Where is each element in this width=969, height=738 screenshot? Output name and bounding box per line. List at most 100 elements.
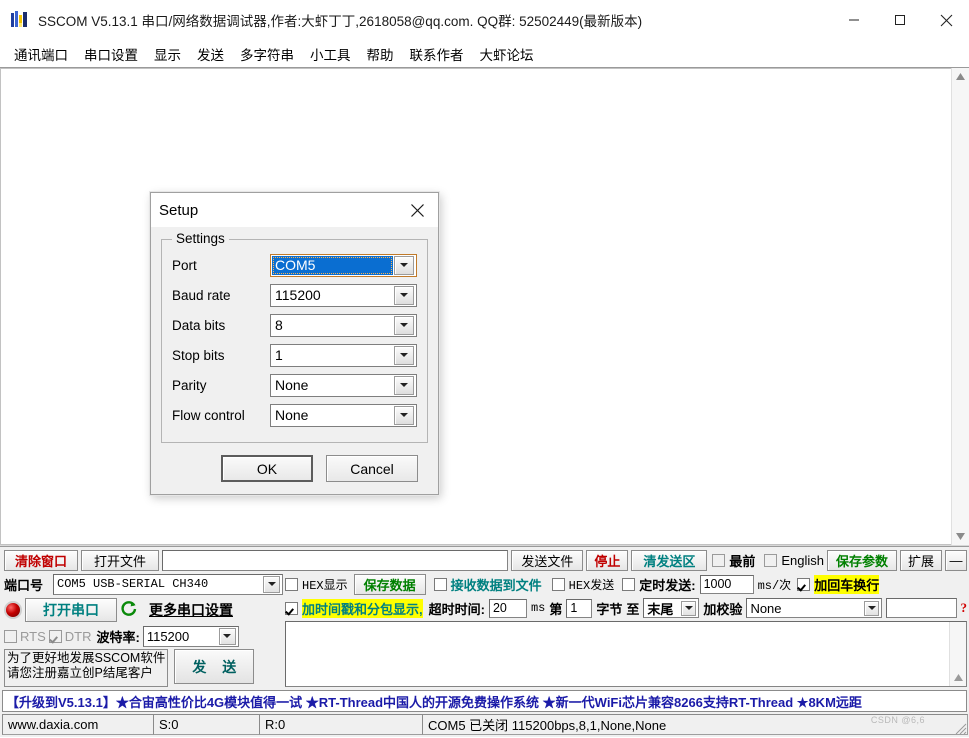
byte-label: 字节 <box>596 601 623 617</box>
byte-to-select[interactable]: 末尾 <box>643 598 700 618</box>
ms-per-unit-label: ms/次 <box>757 578 792 593</box>
chevron-down-icon[interactable] <box>394 345 414 365</box>
setup-field-stop-bits: Stop bits 1 <box>172 340 417 370</box>
crlf-checkbox[interactable] <box>797 577 811 591</box>
menu-item-contact[interactable]: 联系作者 <box>402 42 472 66</box>
hex-display-checkbox[interactable] <box>285 577 298 591</box>
port-status-led-icon[interactable] <box>4 601 22 619</box>
menu-item-comm-port[interactable]: 通讯端口 <box>6 42 76 66</box>
chevron-down-icon[interactable] <box>394 405 414 425</box>
stop-bits-combobox[interactable]: 1 <box>270 343 417 367</box>
open-port-button[interactable]: 打开串口 <box>25 598 117 622</box>
dtr-checkbox[interactable] <box>48 629 62 643</box>
send-area-scrollbar[interactable] <box>949 622 966 686</box>
parity-combobox-value: None <box>275 377 309 393</box>
menu-item-display[interactable]: 显示 <box>146 42 189 66</box>
flow-control-combobox-value: None <box>275 407 309 423</box>
settings-row: 端口号 COM5 USB-SERIAL CH340 打开串口 更多串口设置 RT… <box>0 573 969 689</box>
status-bar: www.daxia.com S:0 R:0 COM5 已关闭 115200bps… <box>0 713 969 737</box>
window-controls <box>831 0 969 40</box>
parity-combobox[interactable]: None <box>270 373 417 397</box>
scroll-up-icon[interactable] <box>952 68 969 85</box>
clear-window-button[interactable]: 清除窗口 <box>4 550 78 571</box>
checksum-extra-input[interactable] <box>886 598 957 618</box>
timed-send-interval-input[interactable]: 1000 <box>699 574 754 594</box>
file-path-input[interactable] <box>162 550 509 571</box>
english-checkbox-group[interactable]: English <box>758 553 824 568</box>
status-website[interactable]: www.daxia.com <box>2 714 154 735</box>
setup-field-data-bits: Data bits 8 <box>172 310 417 340</box>
setup-dialog-close-button[interactable] <box>396 194 438 227</box>
save-params-button[interactable]: 保存参数 <box>827 550 897 571</box>
checksum-label: 加校验 <box>703 601 743 617</box>
timestamp-checkbox[interactable] <box>285 601 298 615</box>
chevron-down-icon[interactable] <box>394 255 414 275</box>
checksum-select[interactable]: None <box>746 598 883 618</box>
flow-control-combobox[interactable]: None <box>270 403 417 427</box>
setup-dialog-titlebar: Setup <box>151 193 438 227</box>
receive-text-area[interactable] <box>0 68 951 545</box>
hex-send-label: HEX发送 <box>568 578 615 593</box>
stop-button[interactable]: 停止 <box>586 550 629 571</box>
hex-send-checkbox[interactable] <box>551 577 565 591</box>
resize-grip-icon[interactable] <box>953 721 967 735</box>
setup-field-port: Port COM5 <box>172 250 417 280</box>
port-combobox[interactable]: COM5 <box>270 253 417 277</box>
help-icon[interactable]: ? <box>961 600 968 616</box>
baud-rate-label: 波特率: <box>96 629 140 645</box>
topmost-checkbox[interactable] <box>712 554 726 567</box>
menu-item-help[interactable]: 帮助 <box>359 42 402 66</box>
ok-button[interactable]: OK <box>221 455 313 482</box>
menu-item-multistring[interactable]: 多字符串 <box>232 42 302 66</box>
recv-to-file-checkbox[interactable] <box>433 577 447 591</box>
send-text-area[interactable] <box>286 622 949 686</box>
refresh-icon[interactable] <box>120 600 138 621</box>
collapse-button[interactable]: — <box>945 550 967 571</box>
chevron-down-icon[interactable] <box>218 627 236 645</box>
send-file-button[interactable]: 发送文件 <box>511 550 584 571</box>
menu-item-send[interactable]: 发送 <box>189 42 232 66</box>
rts-checkbox[interactable] <box>4 629 17 643</box>
baud-rate-combobox[interactable]: 115200 <box>270 283 417 307</box>
timed-send-checkbox[interactable] <box>622 577 636 591</box>
scroll-up-icon[interactable] <box>950 669 967 686</box>
menu-item-forum[interactable]: 大虾论坛 <box>472 42 542 66</box>
clear-send-area-button[interactable]: 清发送区 <box>631 550 708 571</box>
byte-index-input[interactable]: 1 <box>566 598 593 618</box>
chevron-down-icon[interactable] <box>394 285 414 305</box>
top-toolbar-row: 清除窗口 打开文件 发送文件 停止 清发送区 最前 English 保存参数 扩… <box>0 547 969 573</box>
chevron-down-icon[interactable] <box>681 600 697 616</box>
topmost-label: 最前 <box>729 554 756 569</box>
timed-send-label: 定时发送: <box>639 577 696 593</box>
recv-to-file-label: 接收数据到文件 <box>450 577 542 593</box>
receive-vertical-scrollbar[interactable] <box>951 68 969 545</box>
promo-line-2: 请您注册嘉立创P结尾客户 <box>7 666 153 680</box>
minimize-button[interactable] <box>831 0 877 40</box>
checksum-value: None <box>750 600 782 616</box>
extend-button[interactable]: 扩展 <box>900 550 942 571</box>
timeout-input[interactable]: 20 <box>488 598 527 618</box>
scroll-down-icon[interactable] <box>952 528 969 545</box>
topmost-checkbox-group[interactable]: 最前 <box>710 551 755 570</box>
bottom-panel: 清除窗口 打开文件 发送文件 停止 清发送区 最前 English 保存参数 扩… <box>0 546 969 737</box>
menu-item-port-config[interactable]: 串口设置 <box>76 42 146 66</box>
promo-marquee[interactable]: 【升级到V5.13.1】★合宙高性价比4G模块值得一试 ★RT-Thread中国… <box>2 690 967 712</box>
data-bits-combobox[interactable]: 8 <box>270 313 417 337</box>
port-select[interactable]: COM5 USB-SERIAL CH340 <box>53 573 283 595</box>
close-button[interactable] <box>923 0 969 40</box>
chevron-down-icon[interactable] <box>864 600 880 616</box>
english-checkbox[interactable] <box>764 554 778 567</box>
port-number-label: 端口号 <box>4 577 44 593</box>
menu-item-tools[interactable]: 小工具 <box>302 42 359 66</box>
save-data-button[interactable]: 保存数据 <box>353 573 426 595</box>
chevron-down-icon[interactable] <box>394 375 414 395</box>
maximize-button[interactable] <box>877 0 923 40</box>
open-file-button[interactable]: 打开文件 <box>81 550 159 571</box>
chevron-down-icon[interactable] <box>263 575 280 593</box>
setup-dialog-body: Settings Port COM5 Baud rate 115200 Data… <box>151 231 438 482</box>
more-port-settings-link[interactable]: 更多串口设置 <box>149 600 233 620</box>
send-button[interactable]: 发 送 <box>174 649 255 684</box>
chevron-down-icon[interactable] <box>394 315 414 335</box>
baud-rate-select[interactable]: 115200 <box>142 625 239 647</box>
cancel-button[interactable]: Cancel <box>326 455 418 482</box>
